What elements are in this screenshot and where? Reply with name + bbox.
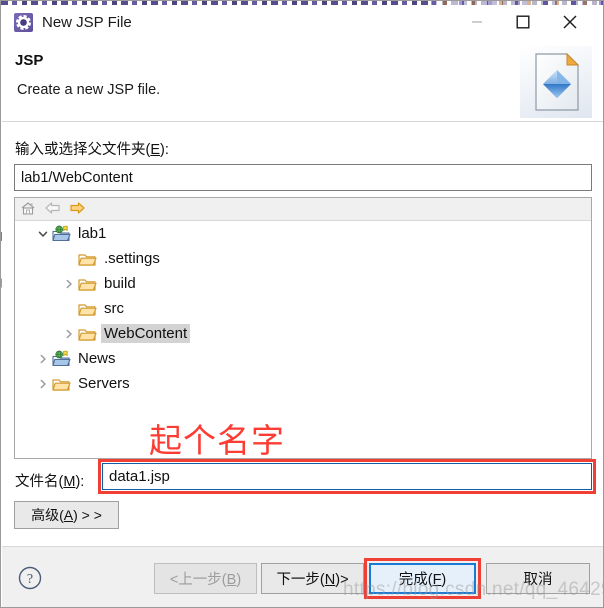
folder-icon [77, 275, 97, 293]
file-name-label-text: 文件名( [15, 474, 64, 490]
folder-icon [77, 300, 97, 318]
finish-button[interactable]: 完成(F) [369, 563, 476, 594]
home-icon[interactable] [19, 200, 41, 218]
dialog-footer: ? <上一步(B) 下一步(N)> 完成(F) 取消 [2, 546, 603, 607]
advanced-button[interactable]: 高级(A) > > [14, 501, 119, 529]
back-button-text: <上一步( [169, 572, 227, 588]
tree-item-label: .settings [104, 250, 160, 267]
chevron-right-icon[interactable] [35, 371, 51, 396]
back-arrow-icon[interactable] [43, 200, 65, 218]
file-name-label: 文件名(M): [15, 470, 84, 491]
folder-icon [77, 250, 97, 268]
tree-item-news[interactable]: News [15, 346, 591, 371]
chevron-right-icon[interactable] [61, 271, 77, 296]
window-title: New JSP File [42, 14, 132, 31]
forward-arrow-icon[interactable] [67, 200, 89, 218]
page-title: JSP [15, 52, 44, 69]
next-button-suffix: )> [335, 572, 349, 588]
chevron-right-icon[interactable] [35, 346, 51, 371]
svg-text:?: ? [27, 572, 33, 587]
parent-folder-label-suffix: ): [160, 142, 169, 158]
file-name-input[interactable] [102, 463, 592, 490]
advanced-button-text: 高级( [31, 507, 64, 523]
wizard-header: JSP Create a new JSP file. [2, 41, 603, 122]
parent-folder-mnemonic: E [150, 142, 160, 158]
advanced-button-mnemonic: A [63, 507, 74, 523]
page-description: Create a new JSP file. [17, 82, 161, 98]
jsp-file-banner-icon [520, 46, 592, 118]
tree-item-lab1[interactable]: lab1 [15, 221, 591, 246]
folder-icon [51, 375, 71, 393]
chevron-right-icon[interactable] [61, 321, 77, 346]
close-icon[interactable] [547, 5, 593, 39]
wizard-body: 输入或选择父文件夹(E): lab1/WebContent lab1 .sett… [2, 122, 603, 546]
tree-item-label: WebContent [101, 324, 191, 343]
file-name-mnemonic: M [63, 474, 76, 490]
parent-folder-label: 输入或选择父文件夹(E): [15, 138, 169, 159]
tree-item-label: lab1 [78, 225, 107, 242]
folder-tree-panel: lab1 .settings build src WebContent News Serve… [14, 197, 592, 459]
folder-icon [77, 325, 97, 343]
tree-item-src[interactable]: src [15, 296, 591, 321]
annotation-name-hint: 起个名字 [149, 421, 285, 460]
web-project-folder-icon [51, 350, 71, 368]
project-tree[interactable]: lab1 .settings build src WebContent News Serve… [15, 221, 591, 458]
tree-item-build[interactable]: build [15, 271, 591, 296]
finish-button-text: 完成( [398, 572, 433, 588]
cancel-button[interactable]: 取消 [486, 563, 590, 594]
next-button-text: 下一步( [276, 572, 325, 588]
parent-folder-input[interactable] [14, 164, 592, 191]
next-button[interactable]: 下一步(N)> [261, 563, 364, 594]
tree-item-label: src [104, 300, 124, 317]
back-button-suffix: ) [236, 572, 242, 588]
tree-item-label: Servers [78, 375, 130, 392]
tree-item-settings[interactable]: .settings [15, 246, 591, 271]
gear-icon [16, 15, 31, 30]
web-project-folder-icon [51, 225, 71, 243]
file-name-label-suffix: ): [75, 474, 85, 490]
title-bar: New JSP File [2, 5, 603, 41]
next-button-mnemonic: N [324, 572, 336, 588]
back-button[interactable]: <上一步(B) [154, 563, 257, 594]
parent-folder-label-text: 输入或选择父文件夹( [15, 142, 151, 158]
back-button-mnemonic: B [226, 572, 237, 588]
new-jsp-file-dialog: New JSP File JSP Create a new JSP file. [0, 0, 604, 608]
help-icon[interactable]: ? [17, 565, 43, 591]
maximize-icon[interactable] [500, 5, 546, 39]
tree-item-label: build [104, 275, 136, 292]
tree-item-servers[interactable]: Servers [15, 371, 591, 396]
tree-item-label: News [78, 350, 116, 367]
tree-toolbar [15, 198, 591, 221]
jsp-wizard-icon [14, 13, 33, 32]
advanced-button-suffix: ) > > [73, 507, 102, 523]
tree-item-webcontent[interactable]: WebContent [15, 321, 591, 346]
chevron-down-icon[interactable] [35, 221, 51, 246]
finish-button-suffix: ) [441, 572, 447, 588]
minimize-icon[interactable] [454, 5, 500, 39]
